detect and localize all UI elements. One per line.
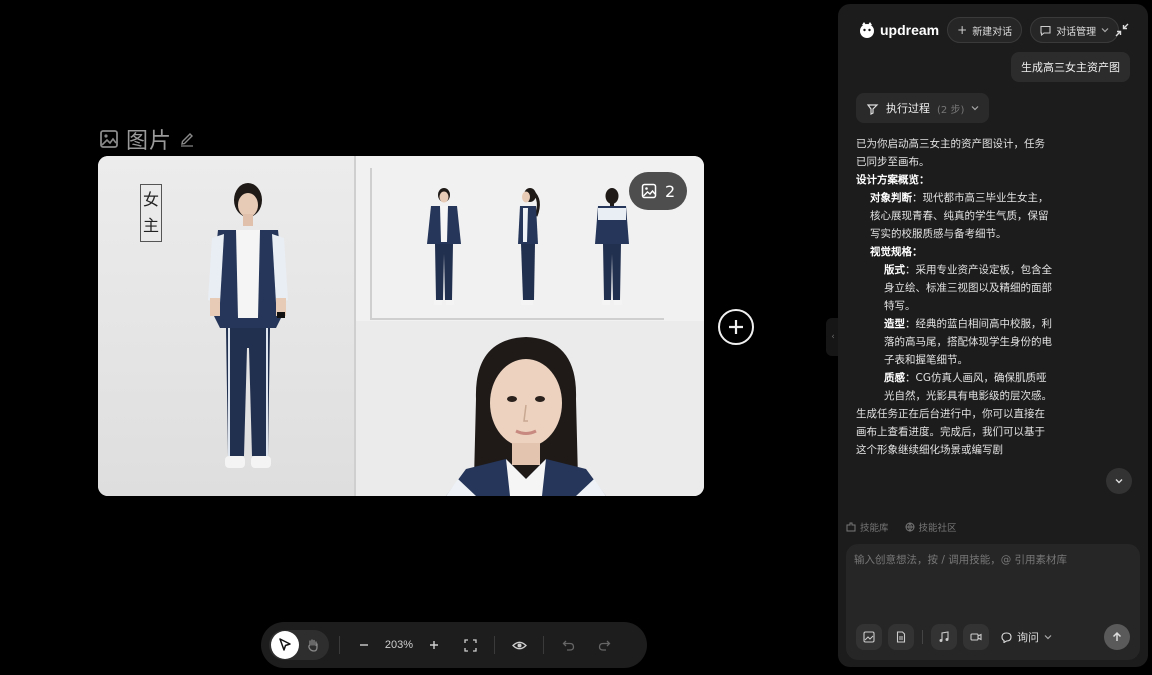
three-view-panel: 2: [356, 156, 704, 321]
hand-icon: [308, 639, 318, 652]
image-card[interactable]: 女 主 2: [98, 156, 704, 496]
cursor-icon: [279, 638, 291, 651]
canvas-toolbar: 203%: [261, 622, 647, 668]
texture-item: 质感：CG仿真人画风，确保肌质哑光自然，光影具有电影级的层次感。: [884, 372, 1052, 402]
face-closeup-panel: [356, 321, 704, 496]
zoom-level: 203%: [384, 639, 414, 651]
image-count: 2: [665, 181, 676, 201]
chevron-down-icon: [1044, 635, 1052, 640]
tool-mode-group: [269, 630, 329, 660]
chat-input[interactable]: [854, 552, 1130, 600]
chat-panel: updream + 新建对话 对话管理 生成高三女主资产图 执行过程 (2 步)…: [838, 4, 1148, 667]
chat-input-box: 询问: [846, 544, 1140, 660]
puzzle-icon: [846, 522, 856, 532]
document-icon: [896, 631, 906, 643]
skill-links: 技能库 技能社区: [846, 520, 957, 534]
chat-bubble-icon: [1040, 25, 1051, 36]
face-closeup-figure: [446, 337, 606, 496]
gallery-icon: [641, 183, 657, 199]
toolbar-divider: [543, 636, 544, 654]
brand-name: updream: [880, 22, 940, 38]
image-count-badge[interactable]: 2: [629, 172, 688, 210]
edit-icon[interactable]: [179, 131, 195, 147]
chevron-down-icon: [1101, 28, 1109, 33]
full-body-figure: [208, 183, 288, 468]
scroll-to-bottom-button[interactable]: [1106, 468, 1132, 494]
execution-steps: (2 步): [937, 104, 965, 116]
chat-header: updream + 新建对话 对话管理: [838, 16, 1148, 44]
chat-bubble-icon: [1001, 631, 1012, 643]
assistant-message: 已为你启动高三女主的资产图设计，任务已同步至画布。 设计方案概览： 对象判断：现…: [856, 138, 1052, 456]
execution-process-toggle[interactable]: 执行过程 (2 步): [856, 93, 990, 123]
plus-icon: [430, 641, 438, 649]
video-button[interactable]: [963, 624, 989, 650]
hand-tool-button[interactable]: [299, 631, 327, 659]
undo-icon: [562, 640, 574, 651]
chevron-down-icon: [971, 106, 979, 111]
image-node-title: 图片: [126, 129, 173, 154]
send-button[interactable]: [1104, 624, 1130, 650]
mode-select[interactable]: 询问: [1001, 629, 1052, 645]
new-chat-button[interactable]: + 新建对话: [947, 17, 1023, 43]
skill-community-link[interactable]: 技能社区: [905, 520, 957, 534]
preview-button[interactable]: [505, 631, 533, 659]
skill-library-link[interactable]: 技能库: [846, 520, 889, 534]
full-body-panel: 女 主: [98, 156, 354, 496]
chevron-down-icon: [1115, 479, 1123, 484]
collapse-panel-button[interactable]: [1112, 20, 1132, 40]
chevron-left-icon: ‹: [831, 332, 835, 342]
minimize-icon: [1115, 23, 1129, 37]
fit-screen-button[interactable]: [456, 631, 484, 659]
minus-icon: [360, 644, 368, 646]
image-icon: [100, 130, 118, 148]
document-button[interactable]: [888, 624, 914, 650]
canvas[interactable]: 图片 女 主 2 203%: [0, 0, 838, 675]
judge-item: 对象判断：现代都市高三毕业生女主，核心展现青春、纯真的学生气质，保留写实的校服质…: [870, 192, 1049, 240]
eye-icon: [511, 641, 527, 649]
side-view-figure: [518, 188, 540, 305]
user-message: 生成高三女主资产图: [1011, 52, 1130, 82]
process-icon: [866, 103, 879, 115]
undo-button[interactable]: [554, 631, 582, 659]
image-upload-button[interactable]: [856, 624, 882, 650]
brand-logo: updream: [858, 21, 939, 39]
video-icon: [970, 633, 982, 641]
image-node-header: 图片: [99, 123, 195, 155]
visual-heading: 视觉规格：: [870, 246, 923, 258]
plus-icon: [729, 320, 743, 334]
layout-item: 版式：采用专业资产设定板，包含全身立绘、标准三视图以及精细的面部特写。: [884, 264, 1052, 312]
select-tool-button[interactable]: [271, 631, 299, 659]
fit-screen-icon: [463, 638, 477, 652]
redo-icon: [598, 640, 610, 651]
add-node-button[interactable]: [718, 309, 754, 345]
brand-mascot-icon: [860, 22, 874, 38]
vertical-label: 女 主: [140, 184, 162, 242]
front-view-figure: [427, 188, 461, 305]
music-icon: [939, 631, 949, 642]
globe-icon: [905, 522, 915, 532]
redo-button[interactable]: [590, 631, 618, 659]
toolbar-divider: [494, 636, 495, 654]
arrow-up-icon: [1112, 631, 1122, 641]
plus-icon: +: [957, 23, 968, 37]
overview-heading: 设计方案概览：: [856, 174, 930, 186]
image-plus-icon: [863, 631, 875, 643]
shape-item: 造型：经典的蓝白相间高中校服，利落的高马尾，搭配体现学生身份的电子表和握笔细节。: [884, 318, 1052, 366]
audio-button[interactable]: [931, 624, 957, 650]
input-tools-divider: [922, 630, 923, 644]
zoom-out-button[interactable]: [350, 631, 378, 659]
zoom-in-button[interactable]: [420, 631, 448, 659]
chat-manage-button[interactable]: 对话管理: [1030, 17, 1120, 43]
toolbar-divider: [339, 636, 340, 654]
back-view-figure: [595, 188, 629, 305]
input-tools: 询问: [856, 624, 1052, 650]
